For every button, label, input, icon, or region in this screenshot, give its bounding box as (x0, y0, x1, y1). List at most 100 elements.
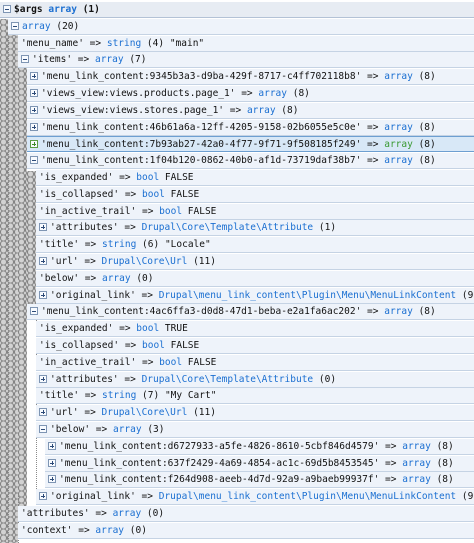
row-text: 'in_active_trail' => bool FALSE (39, 206, 216, 218)
collapse-toggle-icon[interactable] (21, 55, 29, 63)
arrow: => (385, 441, 397, 452)
expand-toggle-icon[interactable] (39, 408, 47, 416)
expand-toggle-icon[interactable] (30, 72, 38, 80)
tree-row-b2[interactable]: 'menu_link_content:637f2429-4a69-4854-ac… (45, 456, 474, 472)
tree-row-l4-expanded[interactable]: 'is_expanded' => bool FALSE (36, 170, 474, 186)
hex-pattern-middle (18, 53, 27, 507)
tree-row-link1[interactable]: 'menu_link_content:9345b3a3-d9ba-429f-87… (27, 69, 474, 85)
array-key: 'attributes' (21, 508, 90, 519)
item-count: (8) (418, 306, 436, 317)
tree-row-view1[interactable]: 'views_view:views.products.page_1' => ar… (27, 86, 474, 102)
tree-row-l4-title[interactable]: 'title' => string (6) "Locale" (36, 237, 474, 253)
tree-row-l4-url[interactable]: 'url' => Drupal\Core\Url (11) (36, 254, 474, 270)
item-count: (1) (318, 222, 337, 233)
value-type: bool (136, 323, 160, 334)
row-text: 'original_link' => Drupal\menu_link_cont… (50, 290, 474, 302)
tree-row-view2[interactable]: 'views_view:views.stores.page_1' => arra… (27, 103, 474, 119)
tree-row-link3[interactable]: 'menu_link_content:7b93ab27-42a0-4f77-9f… (27, 136, 474, 152)
bool-value: FALSE (170, 340, 200, 351)
value-type: Drupal\Core\Url (101, 256, 188, 267)
tree-row-attributes[interactable]: 'attributes' => array (0) (18, 506, 474, 522)
tree-row-l5-url[interactable]: 'url' => Drupal\Core\Url (11) (36, 405, 474, 421)
arrow: => (124, 374, 136, 385)
tree-row-l5-attributes[interactable]: 'attributes' => Drupal\Core\Template\Att… (36, 372, 474, 388)
value-type: array (402, 474, 431, 485)
row-text: 'title' => string (7) "My Cart" (39, 390, 216, 402)
array-key: 'title' (39, 390, 80, 401)
tree-row-b1[interactable]: 'menu_link_content:d6727933-a5fe-4826-86… (45, 439, 474, 455)
expand-toggle-icon[interactable] (30, 123, 38, 131)
collapse-toggle-icon[interactable] (30, 307, 38, 315)
row-text: 'menu_link_content:637f2429-4a69-4854-ac… (59, 458, 454, 470)
bool-value: FALSE (164, 172, 194, 183)
arrow: => (229, 105, 242, 116)
item-count: (8) (418, 71, 436, 82)
tree-row-l5-below[interactable]: 'below' => array (3) (36, 422, 474, 438)
expand-toggle-icon[interactable] (39, 492, 47, 500)
tree-row-l4-trail[interactable]: 'in_active_trail' => bool FALSE (36, 204, 474, 220)
collapse-toggle-icon[interactable] (11, 22, 19, 30)
tree-row-items[interactable]: 'items' => array (7) (18, 52, 474, 68)
expand-toggle-icon[interactable] (48, 442, 56, 450)
arrow: => (78, 525, 90, 536)
expand-toggle-icon[interactable] (48, 475, 56, 483)
expand-toggle-icon[interactable] (39, 223, 47, 231)
collapse-toggle-icon[interactable] (3, 5, 11, 13)
value-type: string (106, 38, 142, 49)
tree-row-l5-expanded[interactable]: 'is_expanded' => bool TRUE (36, 321, 474, 337)
tree-row-link4[interactable]: 'menu_link_content:1f04b120-0862-40b0-af… (27, 153, 474, 169)
item-count: (20) (56, 21, 80, 32)
arrow: => (241, 88, 253, 99)
collapse-toggle-icon[interactable] (30, 156, 38, 164)
array-key: 'below' (39, 273, 80, 284)
value-type: array (22, 21, 51, 32)
expand-toggle-icon[interactable] (39, 291, 47, 299)
array-key: 'is_collapsed' (39, 340, 120, 351)
tree-row-l5-trail[interactable]: 'in_active_trail' => bool FALSE (36, 355, 474, 371)
expand-toggle-icon[interactable] (48, 459, 56, 467)
arrow: => (124, 189, 137, 200)
value-type: Drupal\menu_link_content\Plugin\Menu\Men… (158, 491, 457, 502)
expand-toggle-icon[interactable] (30, 106, 38, 114)
arrow: => (84, 239, 97, 250)
expand-toggle-icon[interactable] (30, 89, 38, 97)
array-key: 'menu_link_content:1f04b120-0862-40b0-af… (41, 155, 362, 166)
collapse-toggle-icon[interactable] (39, 425, 47, 433)
row-text: 'menu_link_content:d6727933-a5fe-4826-86… (59, 441, 454, 453)
arrow: => (367, 139, 379, 150)
array-key: 'views_view:views.products.page_1' (41, 88, 236, 99)
value-type: Drupal\Core\Template\Attribute (141, 374, 314, 385)
tree-row-link5[interactable]: 'menu_link_content:4ac6ffa3-d0d8-47d1-be… (27, 304, 474, 320)
value-type: array (384, 122, 413, 133)
tree-row-l4-below[interactable]: 'below' => array (0) (36, 271, 474, 287)
tree-row-l5-original[interactable]: 'original_link' => Drupal\menu_link_cont… (36, 489, 474, 505)
array-key: 'menu_link_content:7b93ab27-42a0-4f77-9f… (41, 139, 362, 150)
tree-row-menu-name[interactable]: 'menu_name' => string (4) "main" (18, 36, 474, 52)
tree-row-l5-title[interactable]: 'title' => string (7) "My Cart" (36, 388, 474, 404)
value-type: array (112, 424, 142, 435)
expand-toggle-icon[interactable] (39, 375, 47, 383)
tree-row-l5-collapsed[interactable]: 'is_collapsed' => bool FALSE (36, 338, 474, 354)
tree-row-l4-attributes[interactable]: 'attributes' => Drupal\Core\Template\Att… (36, 220, 474, 236)
expand-toggle-icon[interactable] (30, 140, 38, 148)
tree-row-link2[interactable]: 'menu_link_content:46b61a6a-12ff-4205-91… (27, 120, 474, 136)
tree-row-context[interactable]: 'context' => array (0) (18, 523, 474, 539)
tree-row-b3[interactable]: 'menu_link_content:f264d908-aeeb-4d7d-92… (45, 472, 474, 488)
array-key: 'is_expanded' (39, 172, 114, 183)
tree-row-l4-collapsed[interactable]: 'is_collapsed' => bool FALSE (36, 187, 474, 203)
value-type: array (94, 54, 124, 65)
tree-row-level1[interactable]: array (20) (8, 19, 474, 35)
item-count: (9) (461, 491, 474, 502)
arrow: => (84, 390, 97, 401)
array-key: 'in_active_trail' (39, 206, 137, 217)
guide-line (8, 20, 9, 543)
expand-toggle-icon[interactable] (39, 257, 47, 265)
arrow: => (367, 155, 379, 166)
tree-row-l4-original[interactable]: 'original_link' => Drupal\menu_link_cont… (36, 288, 474, 304)
variable-name: $args (14, 4, 43, 15)
tree-row-root[interactable]: $args array (1) (0, 2, 474, 18)
row-text: 'is_collapsed' => bool FALSE (39, 340, 199, 352)
string-length: (6) (142, 239, 160, 250)
array-key: 'menu_link_content:637f2429-4a69-4854-ac… (59, 458, 380, 469)
array-key: 'menu_link_content:9345b3a3-d9ba-429f-87… (41, 71, 362, 82)
